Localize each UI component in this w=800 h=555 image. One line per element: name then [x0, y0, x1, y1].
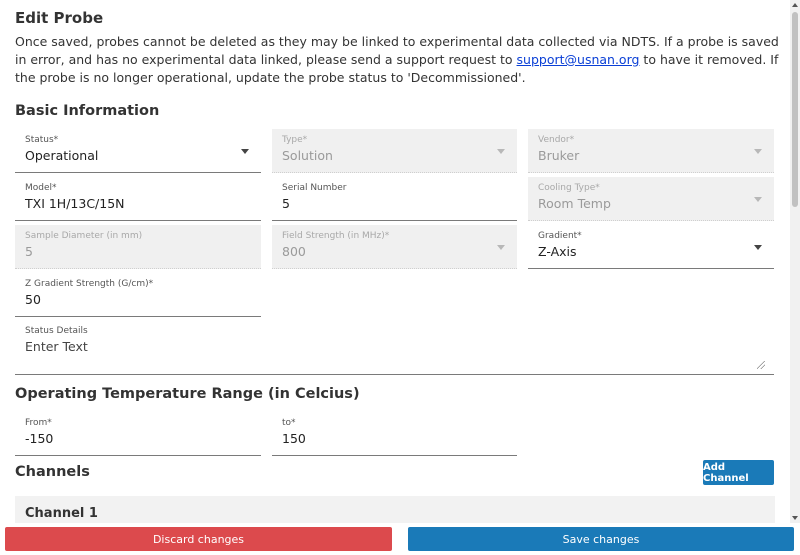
model-field[interactable]: Model* TXI 1H/13C/15N [15, 177, 261, 221]
chevron-down-icon [497, 149, 505, 154]
chevron-down-icon [497, 245, 505, 250]
vertical-scrollbar[interactable] [790, 0, 800, 523]
sample-diameter-value: 5 [25, 244, 33, 259]
status-label: Status* [25, 135, 59, 145]
support-email-link[interactable]: support@usnan.org [517, 52, 640, 67]
temperature-from-value: -150 [25, 431, 54, 446]
channel-card: Channel 1 [15, 496, 775, 523]
chevron-down-icon [754, 197, 762, 202]
form-footer: Discard changes Save changes [0, 523, 800, 555]
cooling-type-label: Cooling Type* [538, 183, 600, 193]
gradient-label: Gradient* [538, 231, 582, 241]
type-label: Type* [282, 135, 308, 145]
gradient-value: Z-Axis [538, 244, 577, 259]
temperature-from-field[interactable]: From* -150 [15, 412, 261, 456]
cooling-type-value: Room Temp [538, 196, 611, 211]
discard-changes-button[interactable]: Discard changes [5, 527, 392, 551]
z-gradient-strength-label: Z Gradient Strength (G/cm)* [25, 279, 154, 289]
field-strength-value: 800 [282, 244, 306, 259]
channel-title: Channel 1 [25, 506, 98, 521]
type-value: Solution [282, 148, 333, 163]
temperature-range-heading: Operating Temperature Range (in Celcius) [15, 386, 360, 402]
z-gradient-strength-value: 50 [25, 292, 41, 307]
model-value: TXI 1H/13C/15N [25, 196, 125, 211]
intro-text: Once saved, probes cannot be deleted as … [15, 33, 780, 87]
serial-number-label: Serial Number [282, 183, 347, 193]
basic-information-heading: Basic Information [15, 103, 160, 119]
scroll-up-icon[interactable] [792, 3, 798, 7]
field-strength-label: Field Strength (in MHz)* [282, 231, 390, 241]
sample-diameter-field: Sample Diameter (in mm) 5 [15, 225, 261, 269]
status-details-textarea[interactable]: Status Details Enter Text [15, 320, 774, 375]
temperature-to-label: to* [282, 418, 296, 428]
cooling-type-select: Cooling Type* Room Temp [528, 177, 774, 221]
scrollbar-thumb[interactable] [792, 12, 798, 207]
status-details-placeholder: Enter Text [25, 339, 88, 354]
add-channel-button[interactable]: Add Channel [703, 460, 774, 485]
edit-probe-form: Edit Probe Once saved, probes cannot be … [0, 0, 790, 523]
model-label: Model* [25, 183, 57, 193]
resize-handle-icon[interactable] [757, 361, 765, 369]
chevron-down-icon [241, 149, 249, 154]
serial-number-value: 5 [282, 196, 290, 211]
page-title: Edit Probe [15, 9, 104, 27]
status-select[interactable]: Status* Operational [15, 129, 261, 173]
scroll-down-icon[interactable] [792, 516, 798, 520]
sample-diameter-label: Sample Diameter (in mm) [25, 231, 143, 241]
status-details-label: Status Details [25, 326, 88, 336]
vendor-label: Vendor* [538, 135, 575, 145]
temperature-to-value: 150 [282, 431, 306, 446]
vendor-select: Vendor* Bruker [528, 129, 774, 173]
z-gradient-strength-field[interactable]: Z Gradient Strength (G/cm)* 50 [15, 273, 261, 317]
channels-heading: Channels [15, 464, 90, 480]
serial-number-field[interactable]: Serial Number 5 [272, 177, 517, 221]
type-select: Type* Solution [272, 129, 517, 173]
temperature-from-label: From* [25, 418, 52, 428]
temperature-to-field[interactable]: to* 150 [272, 412, 517, 456]
status-value: Operational [25, 148, 99, 163]
save-changes-button[interactable]: Save changes [408, 527, 794, 551]
chevron-down-icon [754, 149, 762, 154]
gradient-select[interactable]: Gradient* Z-Axis [528, 225, 774, 269]
chevron-down-icon [754, 245, 762, 250]
vendor-value: Bruker [538, 148, 580, 163]
field-strength-select: Field Strength (in MHz)* 800 [272, 225, 517, 269]
